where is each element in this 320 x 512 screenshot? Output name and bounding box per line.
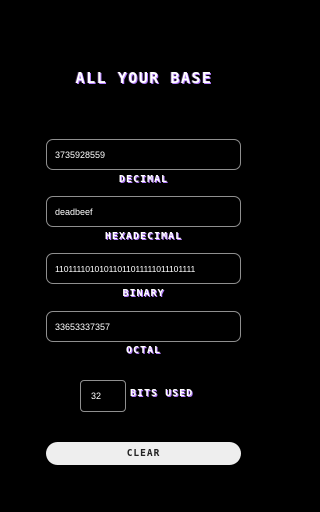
clear-button[interactable]: CLEAR [46,442,241,465]
hexadecimal-label: HEXADECIMAL [104,231,183,242]
octal-label: OCTAL [125,345,162,356]
binary-input[interactable]: 11011110101011011011111011101111 [46,253,241,284]
decimal-label: DECIMAL [118,174,169,185]
app-title: ALL YOUR BASE [75,69,213,87]
binary-label: BINARY [122,288,165,299]
bits-used-input[interactable]: 32 [80,380,126,412]
decimal-input[interactable]: 3735928559 [46,139,241,170]
octal-input[interactable]: 33653337357 [46,311,241,342]
bits-used-label: BITS USED [130,388,194,399]
hexadecimal-input[interactable]: deadbeef [46,196,241,227]
